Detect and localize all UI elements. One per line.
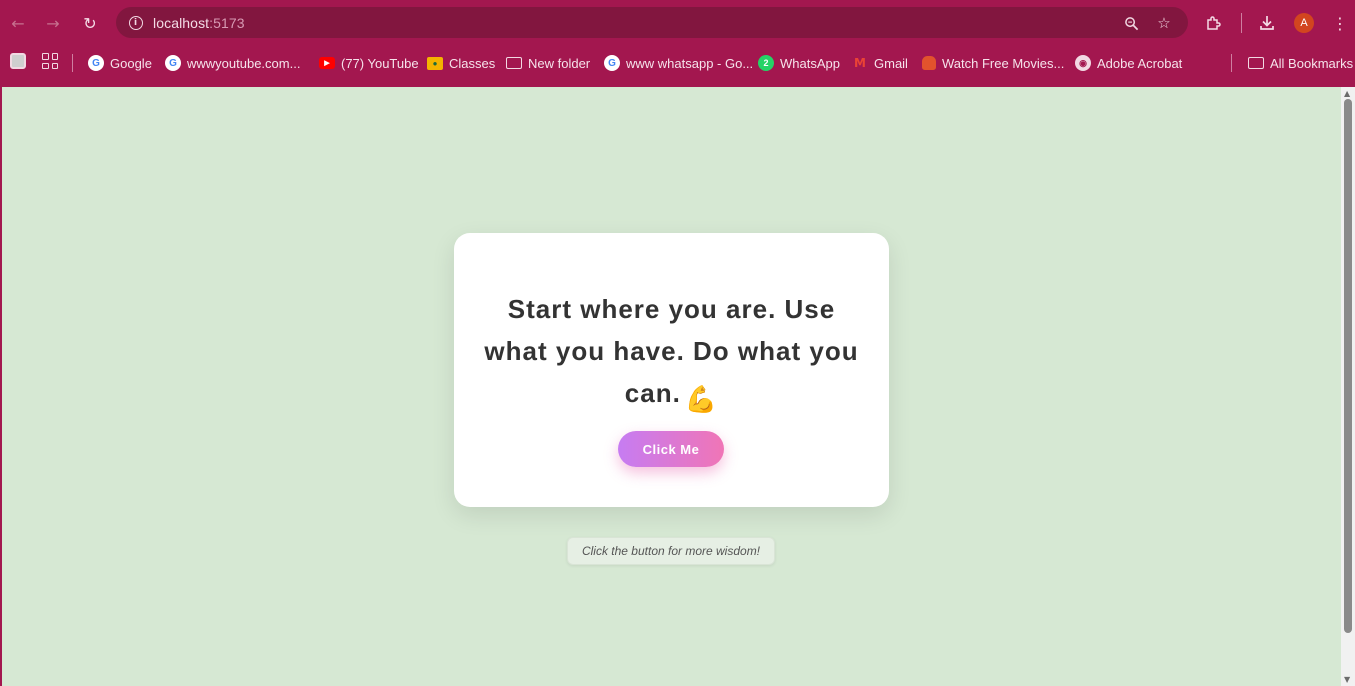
bookmark-label: www whatsapp - Go... [626,55,754,71]
url-host: localhost [153,15,210,31]
bookmark-label: Google [110,55,152,71]
download-icon [1260,16,1274,30]
page-viewport: Start where you are. Use what you have. … [2,87,1341,686]
scroll-down-icon[interactable]: ▼ [1344,675,1350,684]
star-icon: ☆ [1157,14,1171,32]
puzzle-icon [1207,16,1221,30]
bookmark-new-folder[interactable]: New folder [506,52,590,74]
hint-text: Click the button for more wisdom! [567,537,775,565]
url-text[interactable]: localhost:5173 [153,15,245,31]
kebab-menu-icon: ⋮ [1332,13,1348,33]
bookmark-label: Adobe Acrobat [1097,55,1183,71]
bookmarks-divider [1231,54,1232,72]
zoom-button[interactable] [1120,12,1142,34]
globe-icon: ◉ [1075,55,1091,71]
bookmark-classes[interactable]: ● Classes [427,52,495,74]
bookmark-youtube[interactable]: ▶ (77) YouTube [319,52,419,74]
apps-grid-icon[interactable] [42,53,58,69]
bookmark-label: (77) YouTube [341,55,419,71]
site-info-button[interactable]: i [125,12,146,33]
quote-body: Start where you are. Use what you have. … [484,294,859,408]
all-bookmarks-label: All Bookmarks [1270,55,1354,71]
all-bookmarks-button[interactable]: All Bookmarks [1248,52,1353,74]
downloads-button[interactable] [1254,10,1280,36]
bookmarks-divider [72,54,73,72]
flexed-biceps-icon: 💪 [684,385,719,415]
browser-toolbar: ← → ↻ i localhost:5173 ☆ A ⋮ [0,0,1355,46]
forward-button[interactable]: → [39,9,67,37]
address-bar[interactable]: i localhost:5173 ☆ [116,7,1188,38]
bookmark-label: Gmail [874,55,908,71]
scroll-up-icon[interactable]: ▲ [1344,89,1350,98]
google-icon: G [88,55,104,71]
bookmark-gmail[interactable]: M Gmail [852,52,908,74]
reload-button[interactable]: ↻ [76,9,104,37]
bookmark-youtube-link[interactable]: G wwwyoutube.com... [165,52,300,74]
bookmark-watch-movies[interactable]: Watch Free Movies... [922,52,1064,74]
bookmark-adobe-acrobat[interactable]: ◉ Adobe Acrobat [1075,52,1182,74]
arrow-left-icon: ← [11,13,25,33]
youtube-icon: ▶ [319,57,335,69]
click-me-button[interactable]: Click Me [618,431,724,467]
browser-menu-button[interactable]: ⋮ [1327,10,1353,36]
google-icon: G [165,55,181,71]
info-icon: i [128,15,143,30]
bookmark-label: Watch Free Movies... [942,55,1065,71]
bookmark-star-button[interactable]: ☆ [1153,12,1175,34]
folder-icon [506,57,522,69]
zoom-icon [1124,16,1138,30]
tab-search-icon[interactable] [10,53,26,69]
toolbar-divider [1241,13,1242,33]
bookmark-label: New folder [528,55,591,71]
classroom-icon: ● [427,56,443,70]
bookmark-label: WhatsApp [780,55,840,71]
bookmark-whatsapp[interactable]: 2 WhatsApp [758,52,840,74]
bookmark-label: Classes [449,55,496,71]
folder-icon [1248,57,1264,69]
gmail-icon: M [854,56,866,70]
quote-card: Start where you are. Use what you have. … [454,233,889,507]
movie-icon [922,56,936,70]
profile-initial: A [1300,17,1308,29]
bookmark-label: wwwyoutube.com... [187,55,301,71]
whatsapp-icon: 2 [758,55,774,71]
url-port: :5173 [209,15,245,31]
bookmark-whatsapp-search[interactable]: G www whatsapp - Go... [604,52,753,74]
bookmark-google[interactable]: G Google [88,52,152,74]
quote-text: Start where you are. Use what you have. … [474,288,869,421]
back-button[interactable]: ← [4,9,32,37]
extensions-button[interactable] [1201,10,1227,36]
arrow-right-icon: → [46,13,60,33]
page-scrollbar[interactable]: ▲ ▼ [1341,87,1355,686]
bookmarks-bar: G Google G wwwyoutube.com... ▶ (77) YouT… [0,46,1355,80]
profile-avatar[interactable]: A [1294,13,1314,33]
scroll-thumb[interactable] [1344,99,1352,633]
google-icon: G [604,55,620,71]
reload-icon: ↻ [83,13,97,33]
